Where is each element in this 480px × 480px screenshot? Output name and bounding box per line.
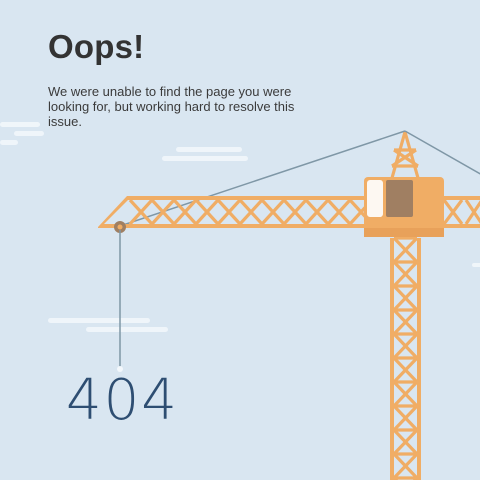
crane-tower-top bbox=[390, 131, 420, 179]
cloud-left bbox=[0, 122, 44, 145]
cloud-middle bbox=[48, 318, 168, 332]
crane-illustration: 404 bbox=[0, 122, 480, 480]
error-message: We were unable to find the page you were… bbox=[48, 84, 295, 129]
error-code: 404 bbox=[66, 368, 179, 433]
page-title: Oops! bbox=[48, 28, 145, 65]
cloud-top bbox=[162, 147, 248, 161]
error-page: 404 Oops! We were unable to find the pag… bbox=[0, 0, 480, 480]
crane-mast bbox=[390, 236, 421, 480]
cloud-right bbox=[472, 263, 480, 267]
crane-cabin bbox=[364, 177, 444, 237]
